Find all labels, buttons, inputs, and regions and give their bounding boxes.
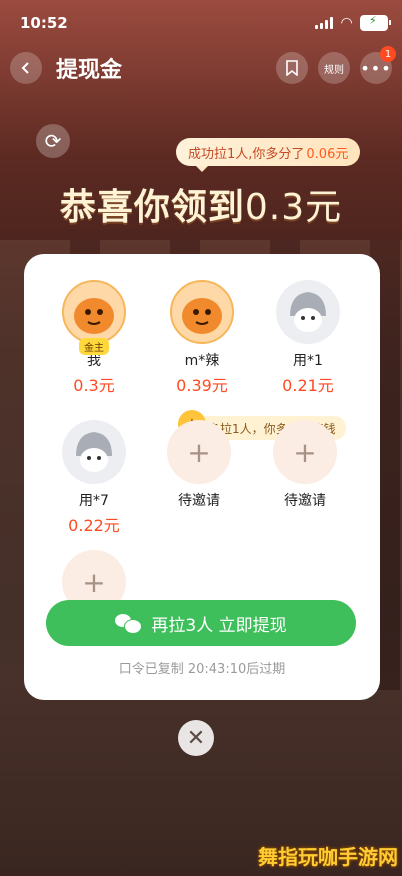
page-title: 提现金 — [56, 58, 123, 83]
member-amount: 0.21元 — [282, 376, 334, 395]
invite-slot-label: 待邀请 — [178, 493, 220, 509]
notification-badge: 1 — [380, 46, 396, 62]
member-name: 用*1 — [293, 353, 323, 369]
avatar — [62, 420, 126, 484]
congrats-heading: 恭喜你领到0.3元 — [0, 178, 402, 230]
member-item: m*辣 0.39元 — [152, 280, 252, 396]
congrats-text: 恭喜你领到 — [59, 187, 245, 228]
invite-slot[interactable]: + 待邀请 — [255, 420, 355, 510]
rules-button[interactable]: 规则 — [318, 52, 350, 84]
bubble-prefix: 成功拉1人,你多分了 — [188, 146, 305, 162]
member-name: m*辣 — [184, 353, 220, 369]
avatar — [276, 280, 340, 344]
invite-slot-label: 待邀请 — [284, 493, 326, 509]
invite-withdraw-button[interactable]: 再拉3人 立即提现 — [46, 600, 356, 646]
orange-mascot-icon — [182, 298, 222, 334]
add-member-icon: + — [273, 420, 337, 484]
refresh-button[interactable]: ⟳ — [36, 124, 70, 158]
close-button[interactable]: ✕ — [178, 720, 214, 756]
member-item: 金主 我 0.3元 — [44, 280, 144, 396]
member-amount: 0.39元 — [176, 376, 228, 395]
member-amount: 0.3元 — [73, 376, 115, 395]
share-success-bubble: 成功拉1人,你多分了 0.06元 — [176, 138, 361, 172]
avatar — [170, 280, 234, 344]
add-member-icon: + — [167, 420, 231, 484]
more-button[interactable]: ••• 1 — [360, 46, 396, 84]
watermark: 舞指玩咖手游网 — [258, 845, 398, 869]
member-amount: 0.22元 — [68, 516, 120, 535]
back-button[interactable] — [10, 52, 42, 84]
refresh-icon: ⟳ — [44, 129, 62, 153]
bubble-amount: 0.06元 — [306, 146, 349, 162]
status-time: 10:52 — [20, 14, 68, 32]
member-item: 用*1 0.21元 — [258, 280, 358, 396]
top-bar: 提现金 规则 ••• 1 — [10, 46, 396, 86]
expiry-text: 口令已复制 20:43:10后过期 — [118, 662, 286, 677]
avatar — [62, 280, 126, 344]
wechat-icon — [115, 612, 142, 634]
cta-label: 再拉3人 立即提现 — [151, 615, 287, 636]
signal-icon — [315, 17, 334, 29]
gray-mascot-icon — [290, 292, 326, 332]
status-bar: 10:52 ◠ ⚡ — [20, 12, 391, 34]
chevron-left-icon — [21, 62, 29, 74]
rules-label: 规则 — [324, 64, 344, 76]
congrats-amount: 0.3元 — [244, 187, 343, 228]
member-name: 用*7 — [79, 493, 109, 509]
invite-slot[interactable]: + 待邀请 — [149, 420, 249, 510]
gray-mascot-icon — [76, 432, 112, 472]
wifi-icon: ◠ — [341, 15, 352, 31]
member-item: 用*7 0.22元 — [44, 420, 144, 536]
bookmark-icon — [286, 60, 298, 76]
bookmark-button[interactable] — [276, 52, 308, 84]
orange-mascot-icon — [74, 298, 114, 334]
sponsor-tag: 金主 — [79, 338, 109, 355]
invite-card: 金主 我 0.3元 m*辣 0.39元 用*1 0.21元 ✦ 多拉1 — [24, 254, 380, 700]
close-icon: ✕ — [186, 725, 206, 751]
battery-charging-icon: ⚡ — [360, 14, 391, 31]
